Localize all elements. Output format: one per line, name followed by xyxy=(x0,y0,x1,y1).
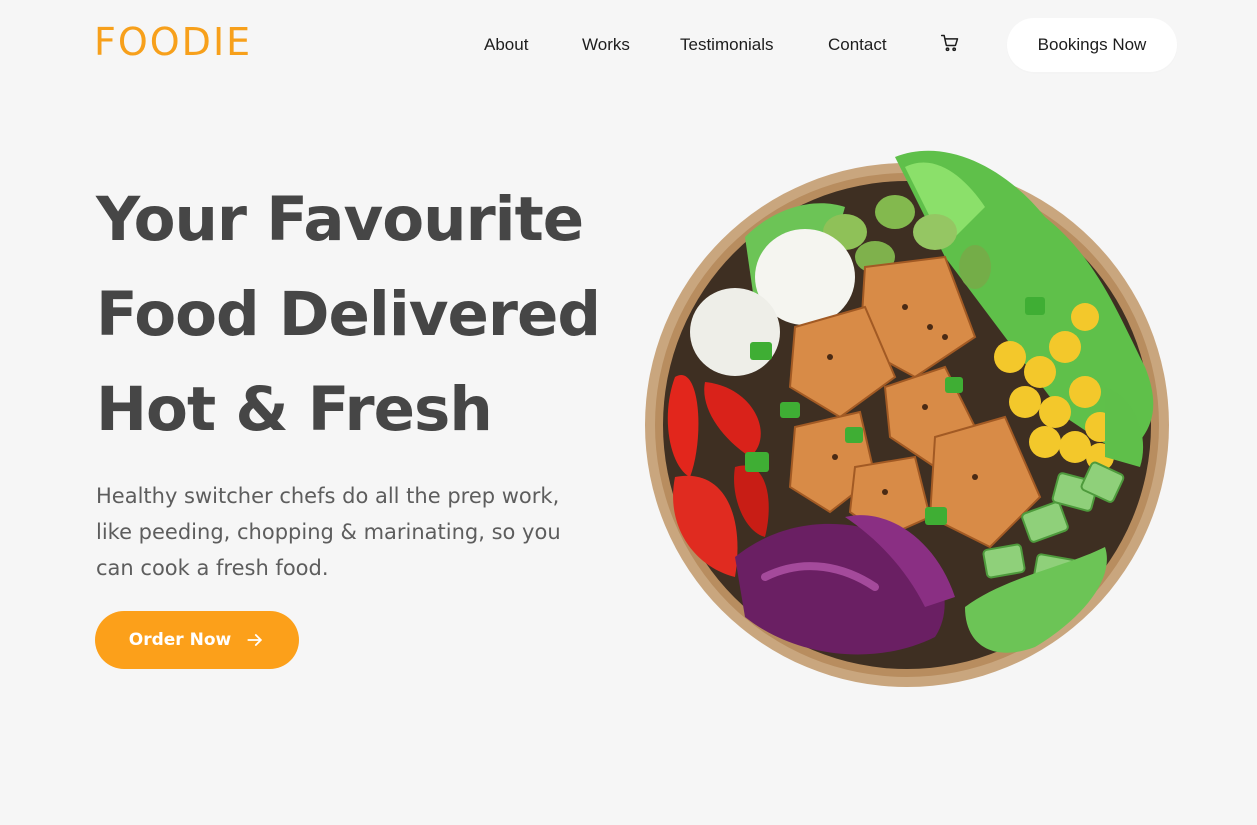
nav-link-works[interactable]: Works xyxy=(582,30,630,60)
hero-title-line: Your Favourite xyxy=(96,184,584,255)
hero-title: Your Favourite Food Delivered Hot & Fres… xyxy=(96,172,636,457)
hero-title-line: Food Delivered xyxy=(96,279,601,350)
order-now-button[interactable]: Order Now xyxy=(95,611,299,669)
nav-link-testimonials[interactable]: Testimonials xyxy=(680,30,774,60)
hero-title-line: Hot & Fresh xyxy=(96,374,493,445)
nav-link-about[interactable]: About xyxy=(484,30,528,60)
bookings-now-button[interactable]: Bookings Now xyxy=(1007,18,1177,72)
order-now-label: Order Now xyxy=(128,630,232,650)
nav-link-contact[interactable]: Contact xyxy=(828,30,887,60)
landing-page: FOODIE About Works Testimonials Contact … xyxy=(0,0,1257,825)
salad-bowl-image xyxy=(645,137,1170,687)
arrow-right-icon xyxy=(247,634,262,646)
shopping-cart-icon[interactable] xyxy=(940,33,960,53)
brand-logo[interactable]: FOODIE xyxy=(94,20,252,64)
hero-description: Healthy switcher chefs do all the prep w… xyxy=(96,484,561,580)
